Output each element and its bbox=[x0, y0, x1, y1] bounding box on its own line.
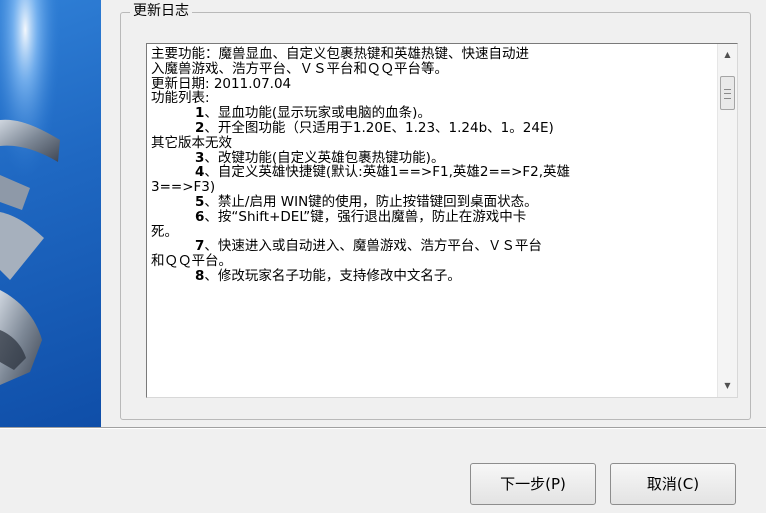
changelog-item: 5、禁止/启用 WIN键的使用，防止按错键回到桌面状态。 bbox=[151, 195, 711, 210]
changelog-textarea[interactable]: 主要功能：魔兽显血、自定义包裹热键和英雄热键、快速自动进 入魔兽游戏、浩方平台、Ｖ… bbox=[146, 43, 738, 398]
changelog-item: 7、快速进入或自动进入、魔兽游戏、浩方平台、ＶＳ平台 bbox=[151, 239, 711, 254]
changelog-item: 4、自定义英雄快捷键(默认:英雄1==>F1,英雄2==>F2,英雄 bbox=[151, 165, 711, 180]
next-button[interactable]: 下一步(P) bbox=[470, 463, 596, 505]
item-number: 1 bbox=[195, 105, 205, 122]
changelog-item-continuation: 和ＱＱ平台。 bbox=[151, 253, 232, 270]
changelog-line: 主要功能：魔兽显血、自定义包裹热键和英雄热键、快速自动进 bbox=[151, 46, 529, 62]
changelog-content: 主要功能：魔兽显血、自定义包裹热键和英雄热键、快速自动进 入魔兽游戏、浩方平台、Ｖ… bbox=[151, 47, 711, 284]
banner-artwork bbox=[0, 0, 101, 427]
item-text: 、自定义英雄快捷键(默认:英雄1==>F1,英雄2==>F2,英雄 bbox=[204, 164, 571, 181]
changelog-line: 入魔兽游戏、浩方平台、ＶＳ平台和ＱＱ平台等。 bbox=[151, 60, 448, 77]
changelog-line: 功能列表: bbox=[151, 90, 210, 107]
item-text: 、开全图功能（只适用于1.20E、1.23、1.24b、1。24E) bbox=[204, 119, 554, 136]
changelog-item: 2、开全图功能（只适用于1.20E、1.23、1.24b、1。24E) bbox=[151, 121, 711, 136]
item-text: 、显血功能(显示玩家或电脑的血条)。 bbox=[204, 105, 431, 122]
changelog-item-continuation: 其它版本无效 bbox=[151, 134, 232, 151]
changelog-line: 更新日期: 2011.07.04 bbox=[151, 75, 292, 92]
changelog-item-continuation: 3==>F3) bbox=[151, 179, 216, 196]
changelog-item: 8、修改玩家名子功能，支持修改中文名子。 bbox=[151, 269, 711, 284]
changelog-item-continuation: 死。 bbox=[151, 223, 178, 240]
changelog-item: 6、按“Shift+DEL”键，强行退出魔兽，防止在游戏中卡 bbox=[151, 208, 711, 225]
changelog-group-title: 更新日志 bbox=[130, 1, 192, 21]
cancel-button[interactable]: 取消(C) bbox=[610, 463, 736, 505]
grip-icon bbox=[724, 89, 731, 99]
arrow-up-icon[interactable]: ▲ bbox=[718, 46, 737, 64]
item-text: 、按“Shift+DEL”键，强行退出魔兽，防止在游戏中卡 bbox=[204, 208, 527, 225]
arrow-down-icon[interactable]: ▼ bbox=[718, 377, 737, 395]
item-number: 8 bbox=[195, 267, 205, 284]
item-number: 4 bbox=[195, 164, 205, 181]
item-text: 、修改玩家名子功能，支持修改中文名子。 bbox=[204, 267, 461, 284]
wizard-banner-image bbox=[0, 0, 101, 427]
item-number: 6 bbox=[195, 208, 205, 225]
divider-highlight bbox=[0, 428, 766, 429]
item-text: 、禁止/启用 WIN键的使用，防止按错键回到桌面状态。 bbox=[204, 193, 538, 210]
item-number: 2 bbox=[195, 119, 205, 136]
vertical-scrollbar[interactable]: ▲ ▼ bbox=[717, 44, 737, 397]
scrollbar-thumb[interactable] bbox=[720, 76, 735, 110]
changelog-item: 1、显血功能(显示玩家或电脑的血条)。 bbox=[151, 106, 711, 121]
item-number: 7 bbox=[195, 238, 205, 255]
item-text: 、快速进入或自动进入、魔兽游戏、浩方平台、ＶＳ平台 bbox=[204, 238, 542, 255]
item-number: 5 bbox=[195, 193, 205, 210]
